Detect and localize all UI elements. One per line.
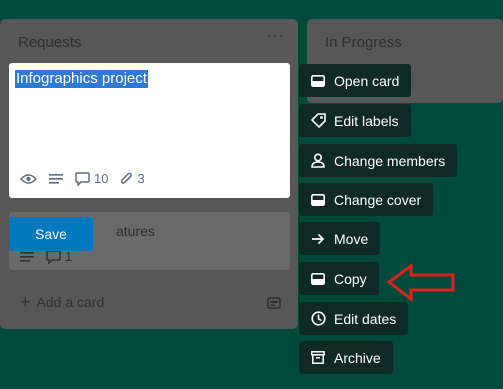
menu-label: Change members <box>334 152 446 169</box>
comment-icon <box>75 171 90 186</box>
plus-icon: + <box>20 292 31 312</box>
menu-label: Copy <box>334 270 367 287</box>
menu-label: Archive <box>334 349 381 366</box>
menu-label: Change cover <box>334 191 422 208</box>
menu-archive[interactable]: Archive <box>299 341 393 374</box>
attachment-count: 3 <box>137 171 145 186</box>
menu-label: Edit labels <box>334 112 399 129</box>
comment-count: 10 <box>94 171 109 186</box>
comments-badge: 10 <box>75 171 108 186</box>
person-icon <box>310 153 326 169</box>
list-title[interactable]: In Progress <box>325 34 402 51</box>
card-icon <box>310 73 326 89</box>
list-title[interactable]: Requests <box>18 34 81 51</box>
watch-badge <box>20 173 37 185</box>
eye-icon <box>20 173 37 184</box>
archive-icon <box>310 350 326 366</box>
menu-copy[interactable]: Copy <box>299 262 379 295</box>
clock-icon <box>310 311 326 327</box>
annotation-arrow-icon <box>386 263 455 303</box>
comment-count: 1 <box>65 249 73 264</box>
add-card-button[interactable]: + Add a card <box>20 292 105 312</box>
menu-edit-dates[interactable]: Edit dates <box>299 302 409 335</box>
card-icon <box>310 192 326 208</box>
menu-label: Move <box>334 230 369 247</box>
arrow-right-icon <box>310 231 326 247</box>
menu-move[interactable]: Move <box>299 222 381 255</box>
card-badges: 10 3 <box>20 171 145 186</box>
attachments-badge: 3 <box>120 171 145 186</box>
description-badge <box>49 173 63 185</box>
menu-open-card[interactable]: Open card <box>299 64 412 97</box>
card-title-input[interactable]: Infographics project <box>15 70 148 88</box>
card-icon <box>310 271 326 287</box>
menu-edit-labels[interactable]: Edit labels <box>299 104 411 137</box>
menu-change-members[interactable]: Change members <box>299 144 458 177</box>
description-icon <box>20 251 34 262</box>
add-card-label: Add a card <box>36 294 105 310</box>
list-menu-button[interactable]: ··· <box>266 27 285 45</box>
label-icon <box>310 113 326 129</box>
card-template-icon[interactable] <box>266 295 282 311</box>
card-badges: 1 <box>20 249 72 264</box>
menu-label: Edit dates <box>334 310 397 327</box>
menu-change-cover[interactable]: Change cover <box>299 183 434 216</box>
save-button[interactable]: Save <box>9 217 93 251</box>
comment-icon <box>46 249 61 264</box>
paperclip-icon <box>121 172 133 184</box>
menu-label: Open card <box>334 72 400 89</box>
card-title: atures <box>116 223 155 239</box>
description-icon <box>49 173 63 184</box>
comments-badge: 1 <box>46 249 72 264</box>
